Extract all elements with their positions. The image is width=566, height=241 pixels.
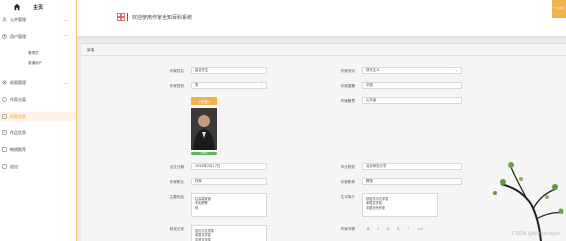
- sidebar-item-label: 公共管理: [10, 16, 26, 22]
- upload-progress: 100%: [191, 152, 217, 155]
- school-name-label: 毕业院校: [340, 165, 355, 169]
- hometown-label: 作家籍贯: [340, 99, 355, 103]
- editor-toolbar: B I U S “ <>: [367, 227, 423, 231]
- tree-decoration-icon: [493, 162, 564, 241]
- hometown-input[interactable]: 山东省: [362, 97, 462, 104]
- form-panel: 新增 作家姓名 莫言先生 作家流派 现代主义 ⌄ 作家性别 男 ⌄ 作家国籍 中国 …: [81, 43, 566, 241]
- details-label: 作家详情: [340, 227, 355, 231]
- school-select[interactable]: 现代主义 ⌄: [362, 67, 462, 74]
- profile-button[interactable]: 个人中心: [552, 0, 566, 18]
- school-label: 作家流派: [340, 69, 355, 73]
- author-name-label: 作家姓名: [169, 69, 184, 73]
- portrait-image: [191, 108, 217, 150]
- sidebar-item-label: 权限管理: [10, 79, 26, 85]
- upload-button[interactable]: 上传照片: [191, 97, 217, 105]
- tag-icon: [2, 97, 7, 102]
- people-icon: [2, 17, 7, 22]
- italic-button[interactable]: I: [377, 227, 378, 231]
- doc-icon: [2, 130, 7, 135]
- occupation-label: 作家职业: [169, 180, 184, 184]
- sidebar-item-label: 作品信息: [10, 129, 26, 135]
- user-icon: [2, 34, 7, 39]
- sidebar-item-permissions[interactable]: 权限管理 ⌄: [0, 78, 76, 87]
- bold-button[interactable]: B: [367, 227, 369, 231]
- sidebar-item-recommend[interactable]: 畅销推荐: [0, 145, 76, 154]
- nationality-input[interactable]: 中国: [362, 82, 462, 89]
- chevron-down-icon: ⌄: [64, 80, 68, 85]
- chevron-down-icon: ⌄: [64, 17, 68, 22]
- brand-label: 主页: [33, 4, 44, 11]
- works-label: 主要作品: [169, 195, 184, 199]
- birth-date-label: 出生日期: [169, 165, 184, 169]
- sidebar-item-label: 畅销推荐: [10, 146, 26, 152]
- upload-progress-fill: 100%: [191, 152, 217, 155]
- chevron-down-icon: ⌄: [455, 68, 458, 72]
- exit-icon: [2, 164, 7, 169]
- sidebar-item-logout[interactable]: 退出: [0, 162, 76, 171]
- gender-select[interactable]: 男 ⌄: [191, 82, 267, 89]
- sidebar-subitem-user[interactable]: 普通用户: [28, 61, 42, 66]
- sidebar-subitem-admin[interactable]: 管理员: [28, 51, 39, 56]
- works-textarea[interactable]: 红高粱家族 丰乳肥臀 蛙: [191, 193, 267, 217]
- title-input[interactable]: 教授: [362, 178, 462, 185]
- strike-button[interactable]: S: [397, 227, 399, 231]
- bio-textarea[interactable]: 获诺贝尔文学奖 茅盾文学奖 中国当代作家: [362, 193, 438, 217]
- code-button[interactable]: <>: [417, 227, 423, 231]
- sidebar-item-public[interactable]: 公共管理 ⌄: [0, 15, 76, 24]
- sidebar-item-label: 退出: [10, 163, 18, 169]
- grid-icon: [117, 13, 125, 21]
- title-label: 作家职称: [340, 180, 355, 184]
- author-photo: [191, 108, 217, 150]
- sidebar-item-label: 作家分类: [10, 96, 26, 102]
- sidebar-item-author-info[interactable]: 作家信息: [0, 112, 76, 121]
- birth-date-input[interactable]: 1955年2月17日: [191, 163, 267, 170]
- underline-button[interactable]: U: [387, 227, 390, 231]
- sidebar-item-works[interactable]: 作品信息: [0, 128, 76, 137]
- bio-label: 生平简介: [340, 195, 355, 199]
- book-icon: [2, 114, 7, 119]
- sidebar-item-label: 作家信息: [10, 113, 26, 119]
- header: 欢迎使用作家全知百科系统 个人中心: [77, 0, 566, 38]
- nationality-label: 作家国籍: [340, 84, 355, 88]
- occupation-input[interactable]: 作家: [191, 178, 267, 185]
- school-name-input[interactable]: 北京师范大学: [362, 163, 462, 170]
- home-link[interactable]: 主页: [0, 0, 76, 14]
- star-icon: [2, 147, 7, 152]
- sidebar-item-label: 用户管理: [10, 33, 26, 39]
- panel-title: 新增: [87, 48, 95, 52]
- awards-textarea[interactable]: 诺贝尔文学奖 茅盾文学奖 华语文学奖: [191, 225, 267, 241]
- gender-value: 男: [195, 83, 199, 87]
- sidebar-item-users[interactable]: 用户管理 ⌃: [0, 32, 76, 41]
- school-value: 现代主义: [366, 68, 380, 72]
- quote-button[interactable]: “: [407, 227, 409, 231]
- watermark-text: CSDN @biyezuopin: [511, 231, 560, 237]
- gender-label: 作家性别: [169, 84, 184, 88]
- header-divider: [127, 13, 128, 21]
- gear-icon: [2, 80, 7, 85]
- chevron-up-icon: ⌃: [64, 34, 68, 39]
- awards-label: 获奖记录: [169, 227, 184, 231]
- page-title: 欢迎使用作家全知百科系统: [132, 15, 193, 21]
- sidebar: 主页 公共管理 ⌄ 用户管理 ⌃ 管理员 普通用户 权限管理 ⌄ 作家分类 作家…: [0, 0, 77, 241]
- chevron-down-icon: ⌄: [260, 83, 263, 87]
- home-icon: [13, 3, 21, 11]
- author-name-input[interactable]: 莫言先生: [191, 67, 267, 74]
- divider: [81, 55, 566, 56]
- sidebar-item-category[interactable]: 作家分类: [0, 95, 76, 104]
